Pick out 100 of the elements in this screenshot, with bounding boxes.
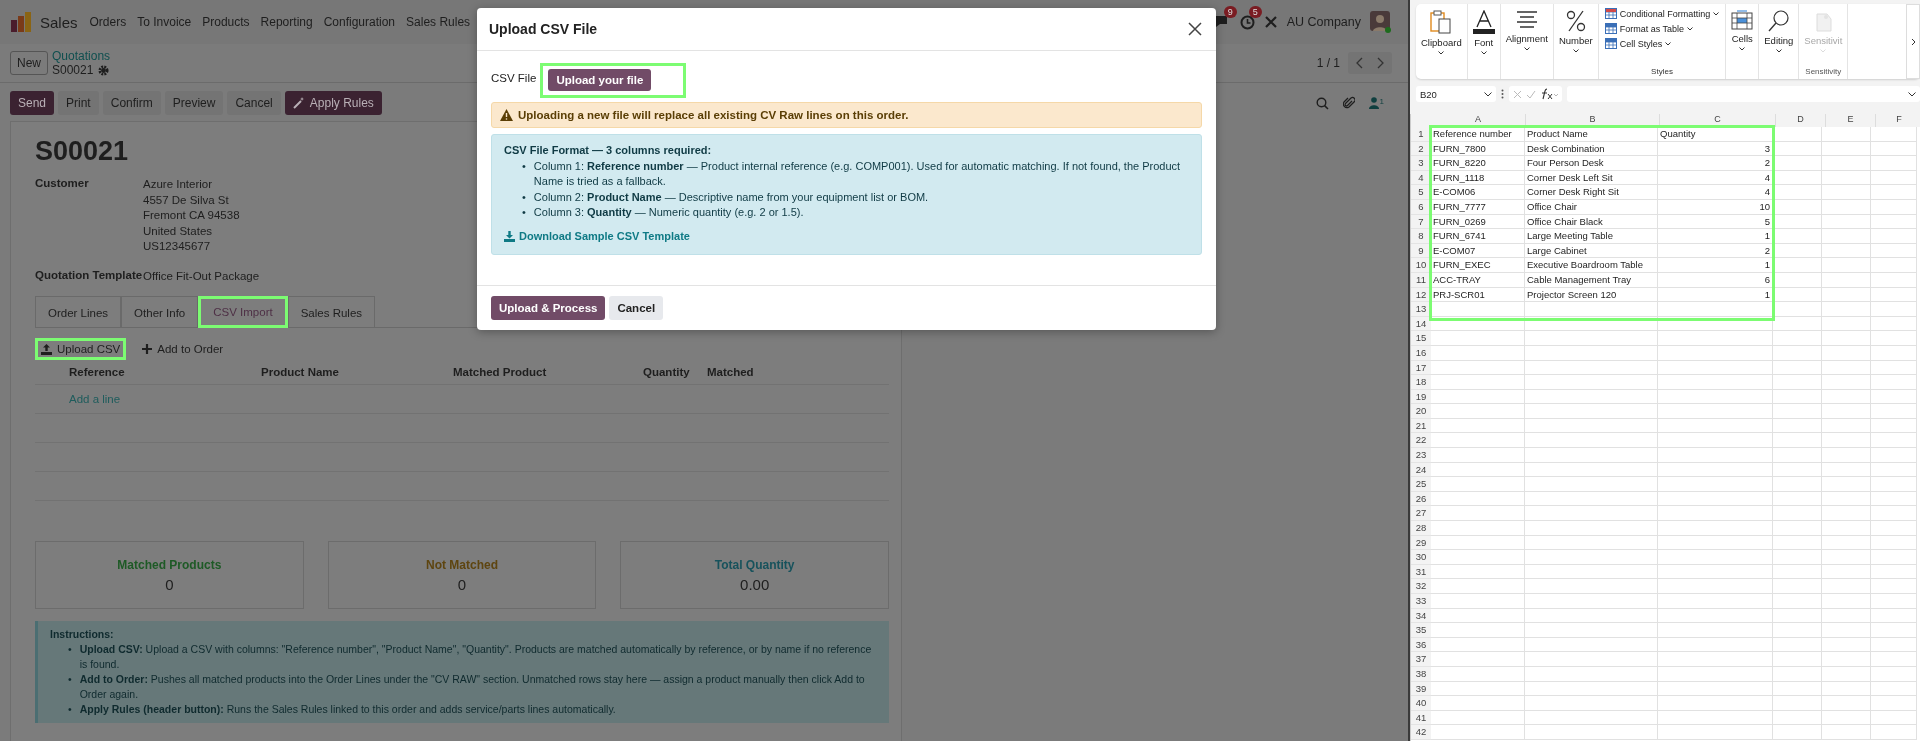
- ribbon-button[interactable]: Editing: [1761, 8, 1797, 55]
- new-button[interactable]: New: [10, 51, 48, 75]
- spreadsheet-cell[interactable]: FURN_EXEC: [1431, 258, 1525, 273]
- row-number[interactable]: 35: [1411, 623, 1431, 638]
- row-number[interactable]: 10: [1411, 258, 1431, 273]
- row-number[interactable]: 22: [1411, 433, 1431, 449]
- row-number[interactable]: 1: [1411, 127, 1431, 142]
- row-number[interactable]: 42: [1411, 725, 1431, 740]
- spreadsheet-cell[interactable]: Office Chair: [1525, 199, 1658, 215]
- spreadsheet-cell[interactable]: Four Person Desk: [1525, 156, 1658, 171]
- ribbon-button[interactable]: Cells: [1728, 8, 1757, 53]
- spreadsheet-cell[interactable]: E-COM06: [1431, 185, 1525, 200]
- spreadsheet-cell[interactable]: ACC-TRAY: [1431, 272, 1525, 288]
- row-number[interactable]: 32: [1411, 579, 1431, 594]
- tab[interactable]: Sales Rules: [287, 296, 376, 328]
- column-header[interactable]: Matched: [695, 366, 765, 378]
- row-number[interactable]: 27: [1411, 506, 1431, 522]
- list-action-button[interactable]: Upload CSV: [35, 338, 127, 360]
- name-box[interactable]: B20: [1416, 86, 1496, 102]
- ribbon-button[interactable]: Clipboard: [1418, 8, 1465, 57]
- download-link[interactable]: Download Sample CSV Template: [504, 228, 1189, 244]
- column-header[interactable]: Reference: [57, 366, 249, 378]
- spreadsheet-cell[interactable]: 10: [1658, 199, 1773, 215]
- action-button[interactable]: Confirm: [102, 91, 161, 115]
- company-name[interactable]: AU Company: [1286, 15, 1361, 29]
- row-number[interactable]: 28: [1411, 521, 1431, 536]
- row-number[interactable]: 8: [1411, 229, 1431, 244]
- menu-item[interactable]: Orders: [89, 15, 127, 29]
- row-number[interactable]: 33: [1411, 594, 1431, 609]
- action-button[interactable]: Cancel: [227, 91, 281, 115]
- menu-item[interactable]: To Invoice: [137, 15, 192, 29]
- row-number[interactable]: 40: [1411, 696, 1431, 711]
- spreadsheet-cell[interactable]: 4: [1658, 170, 1773, 186]
- action-button[interactable]: Apply Rules: [284, 91, 382, 115]
- spreadsheet-cell[interactable]: 6: [1658, 272, 1773, 288]
- spreadsheet-cell[interactable]: 1: [1658, 258, 1773, 273]
- spreadsheet-cell[interactable]: FURN_8220: [1431, 156, 1525, 171]
- spreadsheet-cell[interactable]: Quantity: [1658, 127, 1773, 142]
- spreadsheet-cell[interactable]: FURN_7777: [1431, 199, 1525, 215]
- spreadsheet-cell[interactable]: Reference number: [1431, 127, 1525, 142]
- menu-item[interactable]: Configuration: [323, 15, 396, 29]
- stat-label: Not Matched: [426, 557, 498, 572]
- styles-menu-button[interactable]: Cell Styles: [1602, 37, 1722, 50]
- dialog-button[interactable]: Upload & Process: [491, 296, 606, 320]
- spreadsheet-cell[interactable]: 2: [1658, 243, 1773, 259]
- spreadsheet-cell[interactable]: 4: [1658, 185, 1773, 200]
- ribbon-button[interactable]: Number: [1555, 8, 1596, 55]
- row-number[interactable]: 20: [1411, 404, 1431, 419]
- spreadsheet-cell[interactable]: FURN_7800: [1431, 141, 1525, 157]
- spreadsheet-cell[interactable]: Desk Combination: [1525, 141, 1658, 157]
- spreadsheet-cell[interactable]: FURN_0269: [1431, 214, 1525, 230]
- spreadsheet-cell[interactable]: Office Chair Black: [1525, 214, 1658, 230]
- spreadsheet-cell[interactable]: Large Cabinet: [1525, 243, 1658, 259]
- row-number[interactable]: 5: [1411, 185, 1431, 200]
- row-number[interactable]: 30: [1411, 550, 1431, 565]
- spreadsheet-cell[interactable]: Corner Desk Left Sit: [1525, 170, 1658, 186]
- row-number[interactable]: 18: [1411, 375, 1431, 390]
- spreadsheet-cell[interactable]: Projector Screen 120: [1525, 287, 1658, 303]
- row-number[interactable]: 13: [1411, 302, 1431, 317]
- spreadsheet-cell[interactable]: 1: [1658, 287, 1773, 303]
- spreadsheet-cell[interactable]: Large Meeting Table: [1525, 229, 1658, 244]
- spreadsheet-cell[interactable]: Cable Management Tray: [1525, 272, 1658, 288]
- field-value[interactable]: Office Fit-Out Package: [143, 268, 260, 284]
- tab[interactable]: Order Lines: [35, 296, 122, 328]
- app-name[interactable]: Sales: [40, 13, 78, 31]
- spreadsheet-cell[interactable]: 5: [1658, 214, 1773, 230]
- spreadsheet-cell[interactable]: E-COM07: [1431, 243, 1525, 259]
- menu-item[interactable]: Products: [202, 15, 250, 29]
- upload-file-button[interactable]: Upload your file: [548, 69, 652, 91]
- column-header[interactable]: Quantity: [631, 366, 695, 378]
- spreadsheet-cell[interactable]: Executive Boardroom Table: [1525, 258, 1658, 273]
- spreadsheet-cell[interactable]: 3: [1658, 141, 1773, 157]
- column-header[interactable]: Product Name: [249, 366, 441, 378]
- row-number[interactable]: 23: [1411, 448, 1431, 463]
- spreadsheet-cell[interactable]: PRJ-SCR01: [1431, 287, 1525, 303]
- spreadsheet-cell[interactable]: FURN_1118: [1431, 170, 1525, 186]
- row-number[interactable]: 37: [1411, 652, 1431, 667]
- styles-menu-button[interactable]: Conditional Formatting: [1602, 7, 1722, 20]
- spreadsheet-cell[interactable]: Corner Desk Right Sit: [1525, 185, 1658, 200]
- row-number[interactable]: 3: [1411, 156, 1431, 171]
- column-header[interactable]: Matched Product: [441, 366, 631, 378]
- ribbon-group-label: Styles: [1651, 67, 1673, 76]
- action-button[interactable]: Send: [10, 91, 55, 115]
- row-number[interactable]: 15: [1411, 331, 1431, 346]
- styles-menu-button[interactable]: Format as Table: [1602, 22, 1722, 35]
- ribbon-button[interactable]: Font: [1469, 8, 1498, 57]
- spreadsheet-cell[interactable]: 2: [1658, 156, 1773, 171]
- ribbon-button[interactable]: Alignment: [1502, 8, 1551, 53]
- menu-item[interactable]: Sales Rules: [406, 15, 471, 29]
- field-label: Customer: [35, 177, 90, 191]
- action-button[interactable]: Print: [58, 91, 99, 115]
- stat-value: 0: [457, 575, 467, 593]
- row-number[interactable]: 25: [1411, 477, 1431, 492]
- spreadsheet-cell[interactable]: FURN_6741: [1431, 229, 1525, 244]
- dialog-button[interactable]: Cancel: [609, 296, 664, 320]
- menu-item[interactable]: Reporting: [260, 15, 313, 29]
- list-action-button[interactable]: Add to Order: [136, 338, 230, 360]
- spreadsheet-cell[interactable]: Product Name: [1525, 127, 1658, 142]
- spreadsheet-cell[interactable]: 1: [1658, 229, 1773, 244]
- action-button[interactable]: Preview: [164, 91, 224, 115]
